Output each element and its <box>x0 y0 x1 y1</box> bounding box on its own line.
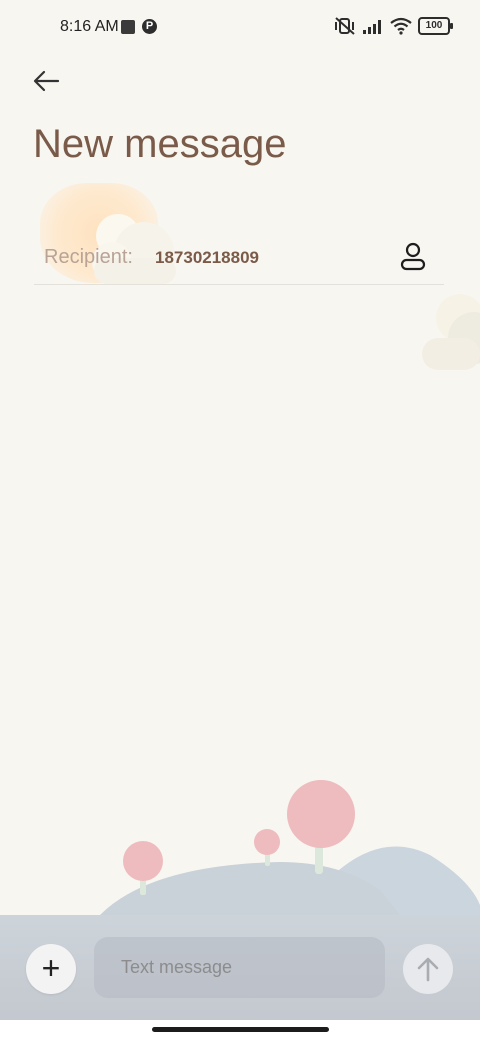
status-bar: 8:16 AM P 100 <box>0 0 480 56</box>
recipient-row[interactable]: Recipient: 18730218809 <box>34 232 444 285</box>
contact-person-icon[interactable] <box>400 242 426 272</box>
page-title: New message <box>33 122 287 166</box>
add-attachment-button[interactable]: + <box>26 944 76 994</box>
send-button[interactable] <box>403 944 453 994</box>
recipient-label: Recipient: <box>44 246 133 268</box>
recipient-number[interactable]: 18730218809 <box>155 248 259 268</box>
back-arrow-icon[interactable] <box>30 64 64 98</box>
status-time: 8:16 AM <box>60 18 119 35</box>
send-arrow-up-icon <box>417 957 439 982</box>
status-icons: 100 <box>334 16 453 36</box>
battery-icon: 100 <box>418 17 453 35</box>
message-input[interactable]: Text message <box>94 937 385 998</box>
vibrate-off-icon <box>335 17 355 35</box>
signal-icon <box>363 20 381 34</box>
cloud-decoration <box>422 294 480 370</box>
plus-icon: + <box>41 950 61 986</box>
wifi-icon <box>390 17 412 35</box>
app-square-icon <box>121 20 135 34</box>
app-p-icon: P <box>142 19 157 34</box>
home-indicator[interactable] <box>152 1027 329 1032</box>
